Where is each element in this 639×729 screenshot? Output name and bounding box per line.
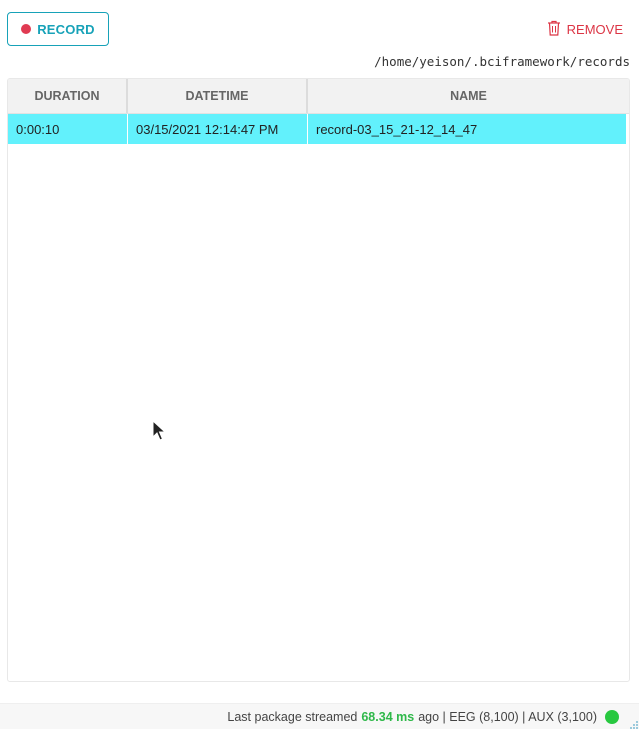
column-header-datetime[interactable]: DATETIME bbox=[128, 79, 308, 113]
mouse-pointer-icon bbox=[152, 419, 167, 447]
status-bar: Last package streamed 68.34 ms ago | EEG… bbox=[0, 703, 639, 729]
resize-grip-icon[interactable] bbox=[628, 716, 638, 729]
trash-icon bbox=[547, 20, 561, 39]
column-header-duration[interactable]: DURATION bbox=[8, 79, 128, 113]
records-path: /home/yeison/.bciframework/records bbox=[374, 54, 630, 69]
cell-name: record-03_15_21-12_14_47 bbox=[316, 121, 478, 137]
record-dot-icon bbox=[21, 24, 32, 34]
status-dot-icon bbox=[605, 709, 619, 724]
record-button-label: RECORD bbox=[37, 21, 95, 37]
cell-datetime: 03/15/2021 12:14:47 PM bbox=[128, 114, 308, 144]
cell-duration: 0:00:10 bbox=[8, 114, 128, 144]
remove-button-label: REMOVE bbox=[566, 22, 623, 37]
table-header: DURATION DATETIME NAME bbox=[8, 79, 629, 114]
record-button[interactable]: RECORD bbox=[7, 12, 109, 46]
status-latency: 68.34 ms bbox=[361, 709, 415, 724]
records-table: DURATION DATETIME NAME 0:00:10 03/15/202… bbox=[7, 78, 630, 682]
status-suffix: ago | EEG (8,100) | AUX (3,100) bbox=[418, 709, 597, 724]
table-row[interactable]: 0:00:10 03/15/2021 12:14:47 PM record-03… bbox=[8, 114, 626, 144]
remove-button[interactable]: REMOVE bbox=[547, 20, 623, 39]
column-header-name[interactable]: NAME bbox=[308, 79, 629, 113]
status-prefix: Last package streamed bbox=[227, 709, 358, 724]
